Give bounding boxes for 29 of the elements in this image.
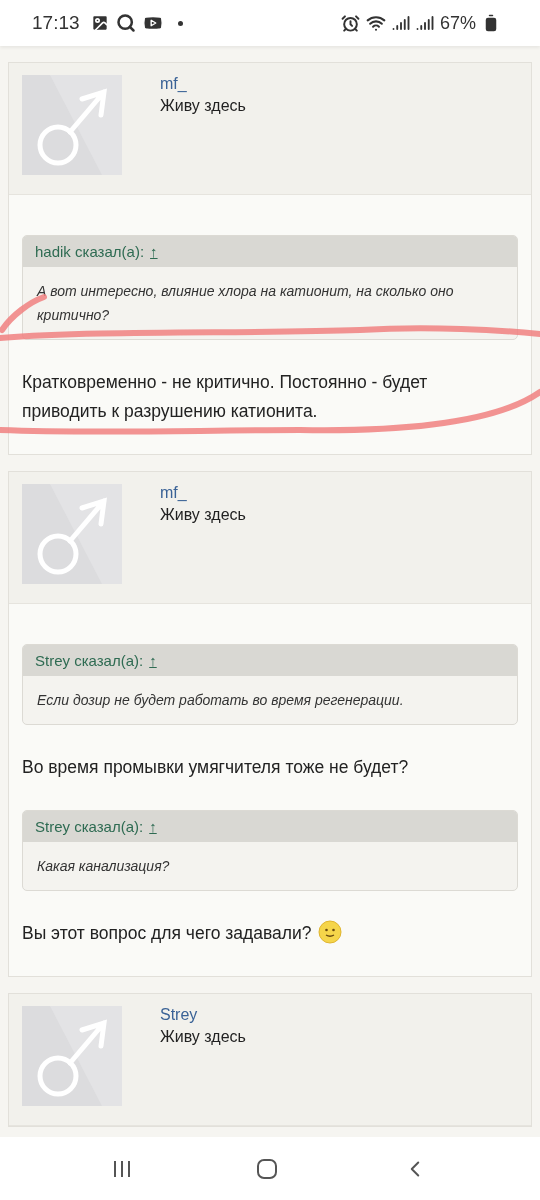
jump-link[interactable]: ↑ [149, 652, 157, 669]
jump-link[interactable]: ↑ [150, 243, 158, 260]
username-link[interactable]: Strey [160, 1006, 246, 1024]
wifi-icon [365, 13, 386, 33]
quote-author: Strey сказал(а): [35, 818, 144, 835]
notification-dot [177, 20, 183, 26]
signal-icon [415, 14, 434, 32]
quote-author: Strey сказал(а): [35, 652, 144, 669]
quote-author: hadik сказал(а): [35, 243, 145, 260]
username-link[interactable]: mf_ [160, 75, 246, 93]
smiley-icon [317, 920, 342, 944]
alarm-icon [340, 13, 360, 33]
battery-percent: 67% [439, 12, 476, 34]
clock: 17:13 [32, 12, 80, 34]
quote-text: Если дозир не будет работать во время регенерации. [36, 691, 405, 710]
post-text: Кратковременно - не критично. Постоянно - будет приводить к разрушению катионита. [22, 372, 428, 421]
home-icon [256, 1157, 278, 1180]
user-title: Живу здесь [160, 506, 246, 524]
username-link[interactable]: mf_ [160, 484, 246, 502]
post-text: Во время промывки умягчителя тоже не будет? [22, 757, 409, 777]
signal-icon [391, 14, 410, 32]
user-title: Живу здесь [160, 97, 246, 115]
search-icon [115, 13, 136, 33]
user-title: Живу здесь [160, 1028, 246, 1046]
jump-link[interactable]: ↑ [149, 818, 157, 835]
quote-text: Какая канализация? [36, 857, 171, 876]
post-text: Вы этот вопрос для чего задавали? [22, 923, 312, 943]
recent-apps-icon [112, 1158, 132, 1179]
quote-text: А вот интересно, влияние хлора на катионит, на сколько оно критично? [35, 282, 455, 325]
